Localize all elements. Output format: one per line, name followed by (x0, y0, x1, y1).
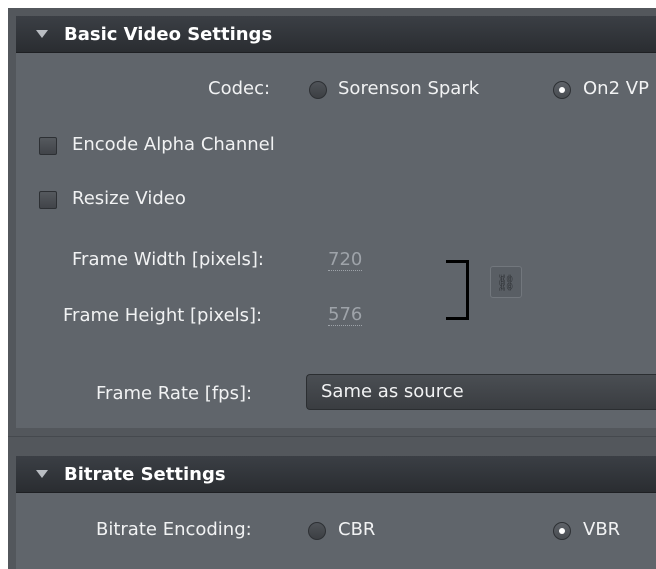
encode-alpha-checkbox[interactable] (39, 137, 57, 155)
section-title: Basic Video Settings (64, 23, 273, 45)
frame-rate-value: Same as source (321, 381, 464, 402)
frame-width-field[interactable]: 720 (328, 250, 363, 271)
bitrate-encoding-label: Bitrate Encoding: (96, 519, 252, 540)
codec-sorenson-label[interactable]: Sorenson Spark (338, 78, 479, 99)
bitrate-cbr-label[interactable]: CBR (338, 519, 375, 540)
section-title: Bitrate Settings (64, 463, 226, 485)
codec-sorenson-radio[interactable] (309, 81, 327, 99)
collapse-triangle-icon[interactable] (36, 470, 48, 478)
frame-height-field[interactable]: 576 (328, 305, 363, 326)
chain-link-icon: ⛓ (495, 272, 517, 292)
resize-video-checkbox[interactable] (39, 191, 57, 209)
frame-width-label: Frame Width [pixels]: (72, 249, 264, 270)
constrain-bracket (446, 260, 469, 320)
collapse-triangle-icon[interactable] (36, 30, 48, 38)
frame-rate-select[interactable]: Same as source (306, 374, 656, 410)
codec-on2-radio[interactable] (553, 81, 571, 99)
bitrate-cbr-radio[interactable] (308, 522, 326, 540)
bitrate-settings-header[interactable]: Bitrate Settings (16, 456, 656, 493)
encode-alpha-label[interactable]: Encode Alpha Channel (72, 134, 275, 155)
section-divider (8, 436, 656, 437)
bitrate-vbr-label[interactable]: VBR (583, 519, 620, 540)
bitrate-vbr-radio[interactable] (553, 522, 571, 540)
frame-rate-label: Frame Rate [fps]: (96, 383, 253, 404)
constrain-proportions-button[interactable]: ⛓ (490, 266, 522, 298)
codec-label: Codec: (208, 78, 271, 99)
frame-height-label: Frame Height [pixels]: (63, 305, 263, 326)
basic-video-settings-panel (16, 53, 656, 428)
codec-on2-label[interactable]: On2 VP (583, 78, 649, 99)
basic-video-settings-header[interactable]: Basic Video Settings (16, 16, 656, 53)
resize-video-label[interactable]: Resize Video (72, 188, 186, 209)
